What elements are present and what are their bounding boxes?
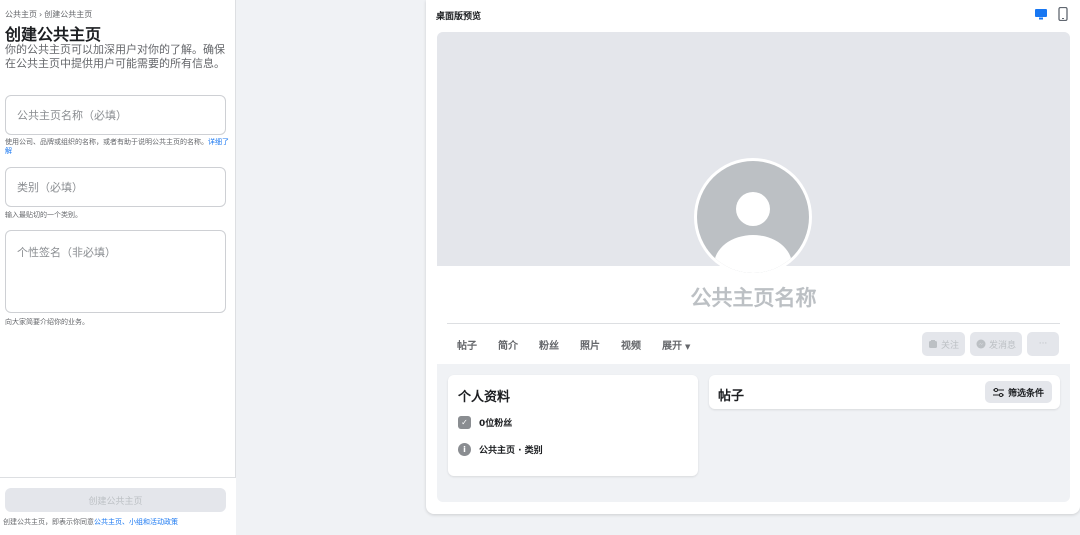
category-line: 公共主页 · 类别 <box>479 446 543 456</box>
page-name-hint: 使用公司、品牌或组织的名称，或者有助于说明公共主页的名称。详细了解 <box>5 138 229 156</box>
desktop-preview-card: 桌面版预览 公共主页名称 帖子 简介 粉丝 照片 视频 展开 ▼ 关注 发消息 … <box>426 0 1080 514</box>
follow-label: 关注 <box>940 340 959 351</box>
create-page-button[interactable]: 创建公共主页 <box>5 488 226 512</box>
category-hint: 输入最贴切的一个类别。 <box>5 211 82 219</box>
terms-link[interactable]: 公共主页、小组和活动政策 <box>94 518 178 526</box>
category-input[interactable] <box>6 168 225 206</box>
about-title: 个人资料 <box>458 390 511 405</box>
page-name-input[interactable] <box>6 96 225 134</box>
filter-button[interactable]: 筛选条件 <box>984 381 1052 403</box>
form-description: 你的公共主页可以加深用户对你的了解。确保在公共主页中提供用户可能需要的所有信息。 <box>5 43 225 70</box>
page-title: 创建公共主页 <box>5 25 102 44</box>
tab-more[interactable]: 展开 ▼ <box>662 337 690 352</box>
terms-prefix: 创建公共主页，即表示你同意 <box>3 518 94 526</box>
more-options-button[interactable]: ··· <box>1027 332 1059 356</box>
category-row: i 公共主页 · 类别 <box>458 443 543 456</box>
mobile-icon[interactable] <box>1058 7 1068 21</box>
form-footer: 创建公共主页 创建公共主页，即表示你同意公共主页、小组和活动政策 <box>0 477 236 535</box>
messenger-icon <box>976 339 986 349</box>
avatar-placeholder-icon <box>697 161 809 273</box>
page-tabs: 帖子 简介 粉丝 照片 视频 展开 ▼ <box>457 337 711 352</box>
page-preview: 公共主页名称 帖子 简介 粉丝 照片 视频 展开 ▼ 关注 发消息 ··· 个人资… <box>437 32 1070 502</box>
create-page-panel: 公共主页 › 创建公共主页 创建公共主页 你的公共主页可以加深用户对你的了解。确保在… <box>0 0 236 535</box>
tab-about[interactable]: 简介 <box>498 337 518 352</box>
breadcrumb-parent[interactable]: 公共主页 <box>5 10 37 19</box>
posts-card: 帖子 筛选条件 <box>709 375 1060 409</box>
profile-picture <box>694 158 812 276</box>
follow-icon <box>928 340 937 348</box>
caret-down-icon: ▼ <box>685 343 691 351</box>
info-icon: i <box>458 443 471 456</box>
page-name-hint-text: 使用公司、品牌或组织的名称，或者有助于说明公共主页的名称。 <box>5 138 208 146</box>
follow-button[interactable]: 关注 <box>921 332 965 356</box>
terms-text: 创建公共主页，即表示你同意公共主页、小组和活动政策 <box>3 517 178 527</box>
desktop-icon[interactable] <box>1034 8 1048 20</box>
followers-row: ✓ 0位粉丝 <box>458 416 512 429</box>
breadcrumb-separator: › <box>39 10 43 19</box>
preview-title: 桌面版预览 <box>436 12 482 22</box>
followers-count: 0位粉丝 <box>479 419 513 429</box>
tab-followers[interactable]: 粉丝 <box>539 337 559 352</box>
posts-title: 帖子 <box>718 389 745 404</box>
page-name-field[interactable] <box>5 95 226 135</box>
breadcrumb: 公共主页 › 创建公共主页 <box>5 9 92 20</box>
breadcrumb-current: 创建公共主页 <box>44 10 93 19</box>
tab-posts[interactable]: 帖子 <box>457 337 477 352</box>
bio-textarea[interactable] <box>6 231 225 312</box>
filter-label: 筛选条件 <box>1007 388 1044 399</box>
about-card: 个人资料 ✓ 0位粉丝 i 公共主页 · 类别 <box>448 375 698 476</box>
bio-field[interactable] <box>5 230 226 313</box>
filter-sliders-icon <box>992 387 1004 397</box>
message-label: 发消息 <box>988 340 1016 351</box>
message-button[interactable]: 发消息 <box>969 332 1022 356</box>
check-badge-icon: ✓ <box>458 416 471 429</box>
device-toggle <box>1034 7 1068 21</box>
category-field[interactable] <box>5 167 226 207</box>
tab-more-label: 展开 <box>662 341 682 352</box>
tab-photos[interactable]: 照片 <box>580 337 600 352</box>
page-actions: 关注 发消息 ··· <box>921 332 1059 356</box>
preview-page-name: 公共主页名称 <box>690 286 817 310</box>
header-divider <box>447 323 1060 324</box>
tab-videos[interactable]: 视频 <box>621 337 641 352</box>
bio-hint: 向大家简要介绍你的业务。 <box>5 318 89 326</box>
